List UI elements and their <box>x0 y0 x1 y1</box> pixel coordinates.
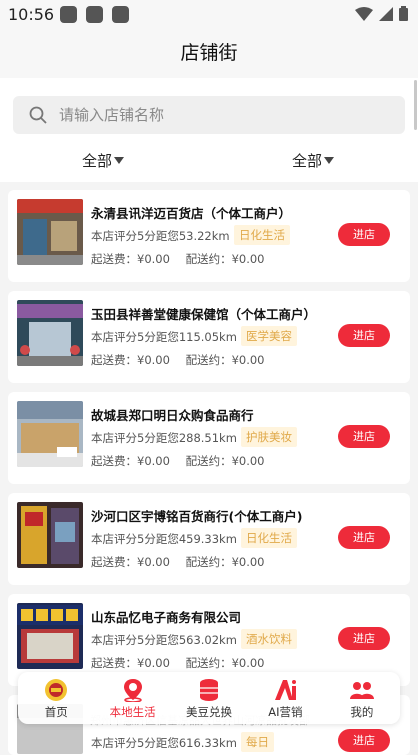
user-group-icon <box>349 682 374 699</box>
shop-category-badge: 日化生活 <box>241 528 297 548</box>
shop-name: 山东品忆电子商务有限公司 <box>91 610 242 625</box>
dropdown-arrow-icon <box>114 157 125 164</box>
status-bar: 10:56 <box>0 0 418 28</box>
shop-category-badge: 酒水饮料 <box>241 629 297 649</box>
delivery-fee: 起送费：¥0.00 <box>91 353 170 367</box>
nav-label: AI营销 <box>268 705 303 719</box>
nav-local-life[interactable]: 本地生活 <box>94 672 170 724</box>
shop-name: 永清县讯洋迈百货店（个体工商户） <box>91 206 292 221</box>
min-order: 配送约：¥0.00 <box>185 454 265 468</box>
nav-label: 美豆兑换 <box>186 705 233 719</box>
bottom-navigation: 首页 本地生活 美豆兑换 AI营销 我的 <box>18 672 400 724</box>
header: 店铺街 <box>0 28 418 78</box>
shop-category-badge: 护肤美妆 <box>241 427 297 447</box>
home-icon <box>45 679 68 701</box>
notification-icon <box>86 6 103 23</box>
delivery-fee: 起送费：¥0.00 <box>91 454 170 468</box>
shop-card[interactable]: 故城县郑口明日众购食品商行 本店评分5分距您288.51km 护肤美妆 起送费：… <box>8 392 410 484</box>
enter-shop-button[interactable]: 进店 <box>338 526 390 549</box>
page-title: 店铺街 <box>180 42 238 64</box>
shop-name: 沙河口区宇博铭百货商行(个体工商户) <box>91 509 303 524</box>
filter-right-dropdown[interactable]: 全部 <box>292 150 335 171</box>
shop-rating-distance: 本店评分5分距您288.51km <box>91 431 237 445</box>
shop-card[interactable]: 沙河口区宇博铭百货商行(个体工商户) 本店评分5分距您459.33km 日化生活… <box>8 493 410 585</box>
enter-shop-button[interactable]: 进店 <box>338 729 390 752</box>
shop-fees: 起送费：¥0.00 配送约：¥0.00 <box>91 453 265 469</box>
search-placeholder: 请输入店铺名称 <box>59 106 165 124</box>
nav-ai-marketing[interactable]: AI营销 <box>247 672 323 724</box>
shop-thumbnail <box>17 199 83 265</box>
status-time: 10:56 <box>8 5 55 24</box>
shop-category-badge: 日化生活 <box>234 225 290 245</box>
dropdown-arrow-icon <box>324 157 335 164</box>
status-indicators <box>355 6 408 21</box>
shop-rating-distance: 本店评分5分距您616.33km <box>91 736 237 750</box>
nav-label: 首页 <box>44 705 68 719</box>
nav-mine[interactable]: 我的 <box>324 672 400 724</box>
shop-name: 故城县郑口明日众购食品商行 <box>91 408 254 423</box>
search-section: 请输入店铺名称 <box>0 78 418 148</box>
min-order: 配送约：¥0.00 <box>185 252 265 266</box>
location-pin-icon <box>123 679 142 702</box>
shop-category-badge: 每日 <box>241 732 274 752</box>
delivery-fee: 起送费：¥0.00 <box>91 656 170 670</box>
shop-name: 玉田县祥善堂健康保健馆（个体工商户） <box>91 307 317 322</box>
filter-left-dropdown[interactable]: 全部 <box>82 150 125 171</box>
signal-icon <box>379 6 393 21</box>
delivery-fee: 起送费：¥0.00 <box>91 252 170 266</box>
notification-icon <box>112 6 129 23</box>
wifi-icon <box>355 6 373 21</box>
shop-thumbnail <box>17 300 83 366</box>
enter-shop-button[interactable]: 进店 <box>338 425 390 448</box>
shop-rating-distance: 本店评分5分距您459.33km <box>91 532 237 546</box>
shop-rating-distance: 本店评分5分距您563.02km <box>91 633 237 647</box>
shop-card[interactable]: 玉田县祥善堂健康保健馆（个体工商户） 本店评分5分距您115.05km 医学美容… <box>8 291 410 383</box>
shop-rating-distance: 本店评分5分距您53.22km <box>91 229 230 243</box>
shop-fees: 起送费：¥0.00 配送约：¥0.00 <box>91 554 265 570</box>
filter-right-label: 全部 <box>292 152 323 170</box>
nav-home[interactable]: 首页 <box>18 672 94 724</box>
min-order: 配送约：¥0.00 <box>185 656 265 670</box>
shop-fees: 起送费：¥0.00 配送约：¥0.00 <box>91 251 265 267</box>
delivery-fee: 起送费：¥0.00 <box>91 555 170 569</box>
battery-icon <box>399 6 408 21</box>
shop-category-badge: 医学美容 <box>241 326 297 346</box>
shop-fees: 起送费：¥0.00 配送约：¥0.00 <box>91 655 265 671</box>
shop-fees: 起送费：¥0.00 配送约：¥0.00 <box>91 352 265 368</box>
filter-left-label: 全部 <box>82 152 113 170</box>
min-order: 配送约：¥0.00 <box>185 555 265 569</box>
search-input[interactable]: 请输入店铺名称 <box>13 96 405 134</box>
nav-label: 本地生活 <box>109 705 156 719</box>
shop-thumbnail <box>17 502 83 568</box>
search-icon <box>29 106 47 124</box>
min-order: 配送约：¥0.00 <box>185 353 265 367</box>
shop-thumbnail <box>17 401 83 467</box>
ai-logo-icon <box>275 680 297 700</box>
shop-card[interactable]: 永清县讯洋迈百货店（个体工商户） 本店评分5分距您53.22km 日化生活 起送… <box>8 190 410 282</box>
nav-bean-exchange[interactable]: 美豆兑换 <box>171 672 247 724</box>
coin-stack-icon <box>200 679 219 701</box>
shop-rating-distance: 本店评分5分距您115.05km <box>91 330 237 344</box>
shop-thumbnail <box>17 603 83 669</box>
enter-shop-button[interactable]: 进店 <box>338 324 390 347</box>
scrollbar[interactable] <box>414 80 417 130</box>
enter-shop-button[interactable]: 进店 <box>338 627 390 650</box>
enter-shop-button[interactable]: 进店 <box>338 223 390 246</box>
notification-icon <box>60 6 77 23</box>
filter-bar: 全部 全部 <box>0 148 418 182</box>
nav-label: 我的 <box>350 705 374 719</box>
